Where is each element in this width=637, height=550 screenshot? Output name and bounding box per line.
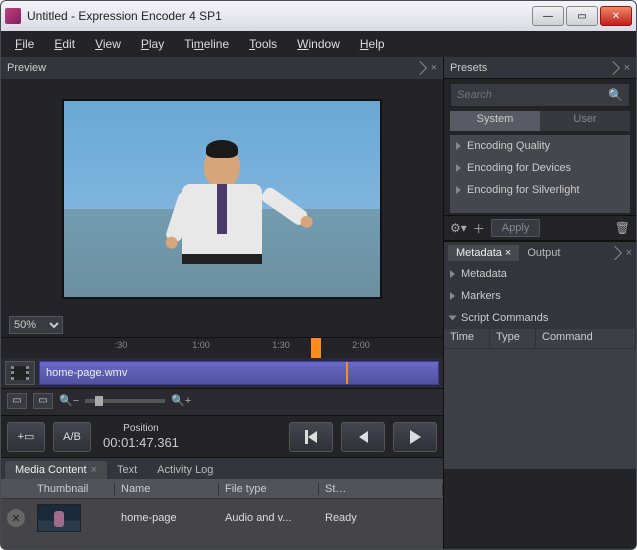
media-table: Thumbnail Name File type St… ✕ home-page… (1, 479, 443, 549)
col-thumbnail[interactable]: Thumbnail (31, 483, 115, 495)
playhead-marker[interactable] (311, 338, 321, 358)
app-window: Untitled - Expression Encoder 4 SP1 — ▭ … (0, 0, 637, 550)
col-time[interactable]: Time (444, 329, 490, 348)
menu-view[interactable]: View (87, 35, 129, 53)
skip-back-button[interactable] (289, 422, 333, 452)
minimize-button[interactable]: — (532, 6, 564, 26)
add-clip-button[interactable]: +▭ (7, 422, 45, 452)
titlebar: Untitled - Expression Encoder 4 SP1 — ▭ … (1, 1, 636, 31)
menu-help[interactable]: Help (352, 35, 393, 53)
menu-edit[interactable]: Edit (46, 35, 83, 53)
preview-panel: 50% :30 1:00 1:30 2:00 home-page.wmv (1, 79, 443, 457)
close-icon[interactable]: × (502, 247, 511, 259)
zoom-select[interactable]: 50% (9, 316, 63, 334)
pin-icon[interactable] (605, 60, 619, 74)
col-status[interactable]: St… (319, 483, 443, 495)
section-metadata[interactable]: Metadata (444, 263, 636, 285)
playhead-line (346, 362, 348, 384)
tab-system[interactable]: System (450, 111, 540, 131)
menu-file[interactable]: File (7, 35, 42, 53)
ab-button[interactable]: A/B (53, 422, 91, 452)
close-button[interactable]: ✕ (600, 6, 632, 26)
script-commands-table: Time Type Command (444, 329, 636, 469)
col-filetype[interactable]: File type (219, 483, 319, 495)
preset-item[interactable]: Encoding for Silverlight (450, 179, 630, 201)
section-script-commands[interactable]: Script Commands (444, 307, 636, 329)
track-view-icon[interactable]: ▭ (7, 393, 27, 409)
timecode: 00:01:47.361 (103, 435, 179, 451)
cell-name: home-page (115, 512, 219, 524)
play-button[interactable] (393, 422, 437, 452)
tab-text[interactable]: Text (107, 461, 147, 479)
zoom-in-icon[interactable]: 🔍+ (171, 394, 191, 407)
cell-type: Audio and v... (219, 512, 319, 524)
script-body (444, 349, 636, 469)
preset-list: Encoding Quality Encoding for Devices En… (450, 135, 630, 213)
search-icon[interactable]: 🔍 (608, 88, 623, 102)
maximize-button[interactable]: ▭ (566, 6, 598, 26)
section-markers[interactable]: Markers (444, 285, 636, 307)
menubar: File Edit View Play Timeline Tools Windo… (1, 31, 636, 57)
menu-timeline[interactable]: Timeline (176, 35, 237, 53)
trash-icon[interactable]: 🗑 (615, 221, 630, 235)
remove-icon[interactable]: ✕ (7, 509, 25, 527)
window-title: Untitled - Expression Encoder 4 SP1 (27, 9, 532, 23)
video-frame (62, 99, 382, 299)
apply-button[interactable]: Apply (491, 219, 541, 237)
table-row[interactable]: ✕ home-page Audio and v... Ready (1, 499, 443, 537)
timeline-ruler[interactable]: :30 1:00 1:30 2:00 (1, 338, 443, 358)
clip-name: home-page.wmv (46, 367, 127, 379)
preset-item[interactable]: Encoding Quality (450, 135, 630, 157)
thumbnail (37, 504, 81, 532)
video-track: home-page.wmv (1, 358, 443, 388)
tab-media-content[interactable]: Media Content× (5, 461, 107, 479)
close-icon[interactable]: × (624, 62, 630, 74)
search-input[interactable] (457, 89, 608, 101)
preview-panel-header: Preview × (1, 57, 443, 79)
col-type[interactable]: Type (490, 329, 536, 348)
filmstrip-icon (5, 361, 35, 385)
pin-icon[interactable] (607, 245, 621, 259)
timeline: :30 1:00 1:30 2:00 home-page.wmv (1, 337, 443, 415)
timeline-tools: ▭ ▭ 🔍− 🔍+ (1, 388, 443, 412)
close-icon[interactable]: × (431, 62, 437, 74)
tab-user[interactable]: User (540, 111, 630, 131)
track-view-alt-icon[interactable]: ▭ (33, 393, 53, 409)
step-back-button[interactable] (341, 422, 385, 452)
preset-item[interactable]: Encoding for Devices (450, 157, 630, 179)
presets-title: Presets (450, 62, 487, 74)
tab-metadata[interactable]: Metadata × (448, 245, 519, 261)
tab-output[interactable]: Output (519, 245, 568, 261)
close-icon[interactable]: × (91, 464, 97, 476)
video-preview[interactable] (1, 79, 443, 313)
tab-activity-log[interactable]: Activity Log (147, 461, 223, 479)
cell-status: Ready (319, 512, 443, 524)
search-box[interactable]: 🔍 (450, 83, 630, 107)
position-readout: Position 00:01:47.361 (99, 423, 183, 451)
menu-tools[interactable]: Tools (241, 35, 285, 53)
menu-play[interactable]: Play (133, 35, 172, 53)
menu-window[interactable]: Window (289, 35, 348, 53)
col-name[interactable]: Name (115, 483, 219, 495)
presets-header: Presets × (444, 57, 636, 79)
pin-icon[interactable] (412, 61, 426, 75)
preview-title: Preview (7, 62, 46, 74)
clip[interactable]: home-page.wmv (39, 361, 439, 385)
position-label: Position (103, 423, 179, 435)
zoom-slider[interactable] (85, 399, 165, 403)
close-icon[interactable]: × (626, 247, 632, 259)
plus-icon[interactable]: ＋ (473, 220, 485, 237)
col-command[interactable]: Command (536, 329, 636, 348)
zoom-out-icon[interactable]: 🔍− (59, 394, 79, 407)
right-tabs: Metadata × Output × (444, 241, 636, 263)
transport-controls: +▭ A/B Position 00:01:47.361 (1, 415, 443, 457)
gear-icon[interactable]: ⚙▾ (450, 221, 467, 235)
media-tabs: Media Content× Text Activity Log (1, 457, 443, 479)
app-icon (5, 8, 21, 24)
